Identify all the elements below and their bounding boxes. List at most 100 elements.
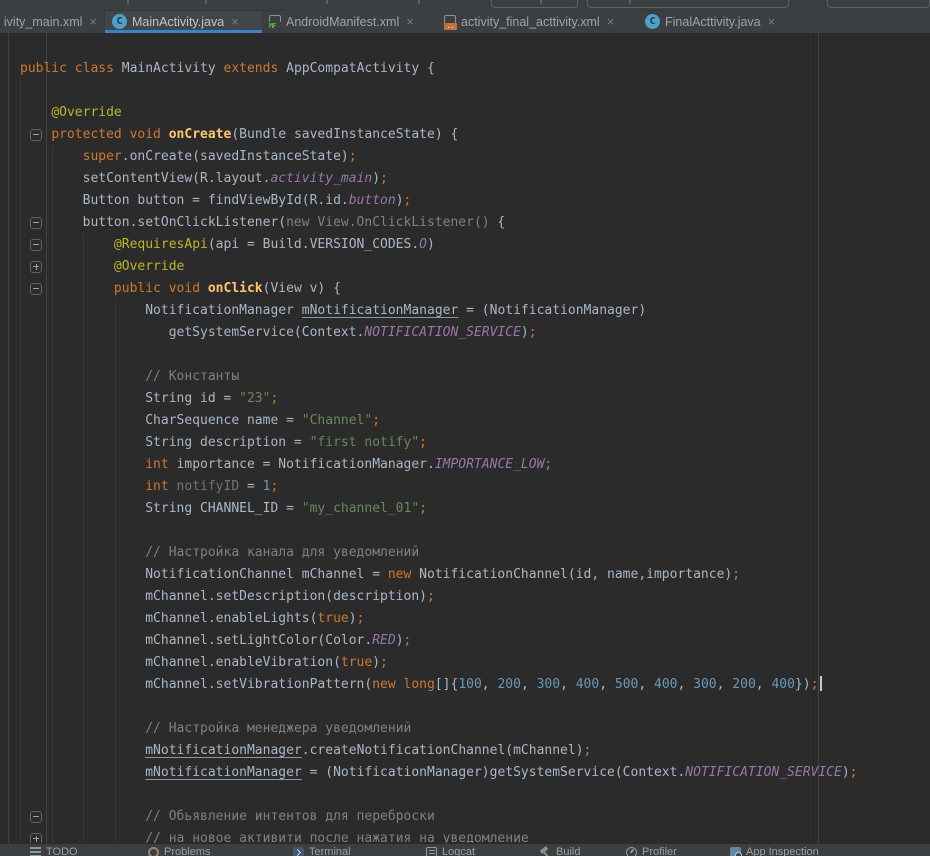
gutter-separator	[8, 33, 9, 843]
code-token: public class	[20, 61, 122, 76]
fold-marker-icon[interactable]	[30, 283, 42, 295]
code-token: // Настройка менеджера уведомлений	[145, 721, 411, 736]
code-token: // Настройка канала для уведомлений	[145, 545, 419, 560]
code-token: ;	[419, 435, 427, 450]
code-token: RED	[372, 633, 395, 648]
code-token: getSystemService(Context.	[20, 325, 364, 340]
code-token: protected void	[51, 127, 168, 142]
code-token: int	[145, 457, 168, 472]
code-line: mNotificationManager = (NotificationMana…	[20, 762, 858, 784]
close-icon[interactable]: ×	[231, 15, 239, 28]
fold-marker-icon[interactable]	[30, 811, 42, 823]
tab-finalacttivity-java[interactable]: CFinalActtivity.java×	[638, 10, 795, 33]
code-token: // Обьявление интентов для переброски	[145, 809, 435, 824]
code-token: ;	[404, 193, 412, 208]
code-token: ;	[419, 501, 427, 516]
code-line: super.onCreate(savedInstanceState);	[20, 146, 357, 168]
run-widget-segment[interactable]	[491, 0, 578, 8]
code-token: setContentView(R.layout.	[20, 171, 270, 186]
fold-marker-icon[interactable]	[30, 261, 42, 273]
run-widget-segment[interactable]	[827, 0, 930, 8]
code-token	[20, 545, 145, 560]
code-token: String description =	[20, 435, 310, 450]
code-editor[interactable]: public class MainActivity extends AppCom…	[0, 33, 930, 843]
code-token: extends	[224, 61, 287, 76]
close-icon[interactable]: ×	[89, 15, 97, 28]
code-token: NotificationManager	[20, 303, 302, 318]
code-token: = (NotificationManager)getSystemService(…	[302, 765, 686, 780]
right-margin-guide	[813, 33, 814, 843]
code-token: ;	[811, 677, 819, 692]
code-token: new	[388, 567, 411, 582]
code-line: mChannel.setVibrationPattern(new long[]{…	[20, 674, 822, 696]
right-margin-guide	[818, 33, 819, 843]
code-token: NOTIFICATION_SERVICE	[685, 765, 842, 780]
xml-file-icon: ..	[444, 15, 456, 29]
code-token: @Override	[114, 259, 184, 274]
fold-marker-icon[interactable]	[30, 217, 42, 229]
code-token: "Channel"	[302, 413, 372, 428]
code-token	[20, 149, 83, 164]
tab-activity-final-acttivity-xml[interactable]: .. activity_final_acttivity.xml ×	[437, 10, 638, 33]
code-token: 400	[771, 677, 794, 692]
code-token: @Override	[51, 105, 121, 120]
code-token: IMPORTANCE_LOW	[435, 457, 545, 472]
code-token: })	[795, 677, 811, 692]
code-token: String CHANNEL_ID =	[20, 501, 302, 516]
toolbar-tick	[205, 0, 207, 4]
code-line: public void onClick(View v) {	[20, 278, 341, 300]
tab-ivity-main-xml[interactable]: ivity_main.xml×	[0, 10, 105, 33]
code-token: 300	[693, 677, 716, 692]
fold-marker-icon[interactable]	[30, 239, 42, 251]
code-token	[20, 479, 145, 494]
code-token: ,	[638, 677, 654, 692]
code-token: .createNotificationChannel(mChannel)	[302, 743, 584, 758]
close-icon[interactable]: ×	[607, 15, 615, 28]
tab-androidmanifest-xml[interactable]: MFAndroidManifest.xml×	[262, 10, 437, 33]
code-line: // Константы	[20, 366, 239, 388]
code-token: ;	[270, 479, 278, 494]
code-token: ;	[404, 633, 412, 648]
close-icon[interactable]: ×	[406, 15, 414, 28]
code-token: 200	[497, 677, 520, 692]
code-line: int notifyID = 1;	[20, 476, 278, 498]
code-token: mChannel.setDescription(description)	[20, 589, 427, 604]
code-token: ;	[270, 391, 278, 406]
code-line: NotificationChannel mChannel = new Notif…	[20, 564, 740, 586]
code-line: // Обьявление интентов для переброски	[20, 806, 435, 828]
code-token: O	[419, 237, 427, 252]
code-token: {	[490, 215, 506, 230]
tab-label: activity_final_acttivity.xml	[461, 15, 600, 29]
code-token: public void	[114, 281, 208, 296]
code-token: ,	[599, 677, 615, 692]
code-token: 300	[537, 677, 560, 692]
code-token: // на новое активити после нажатия на ув…	[145, 831, 529, 843]
tab-bar[interactable]: ivity_main.xml×CMainActivity.java×MFAndr…	[0, 10, 930, 33]
close-icon[interactable]: ×	[768, 15, 776, 28]
main-toolbar-strip	[0, 0, 930, 11]
code-token: 500	[615, 677, 638, 692]
code-line: // на новое активити после нажатия на ув…	[20, 828, 529, 843]
tool-window-bar[interactable]: TODOProblemsTerminalLogcatBuildProfilerA…	[0, 843, 930, 856]
code-token: CharSequence name =	[20, 413, 302, 428]
code-token	[20, 765, 145, 780]
code-line: String description = "first notify";	[20, 432, 427, 454]
code-line: public class MainActivity extends AppCom…	[20, 58, 435, 80]
code-token: ;	[380, 655, 388, 670]
run-widget-segment[interactable]	[587, 0, 789, 8]
code-line: NotificationManager mNotificationManager…	[20, 300, 646, 322]
tab-mainactivity-java[interactable]: CMainActivity.java×	[105, 10, 262, 33]
code-line: mNotificationManager.createNotificationC…	[20, 740, 591, 762]
fold-marker-icon[interactable]	[30, 833, 42, 843]
code-line: getSystemService(Context.NOTIFICATION_SE…	[20, 322, 537, 344]
code-line: String id = "23";	[20, 388, 278, 410]
code-token: "23"	[239, 391, 270, 406]
code-token: NotificationChannel(id, name,importance)	[411, 567, 732, 582]
code-token: @RequiresApi	[114, 237, 208, 252]
code-line: mChannel.enableVibration(true);	[20, 652, 388, 674]
code-token: ;	[544, 457, 552, 472]
class-file-icon: C	[645, 14, 660, 29]
code-line: mChannel.setDescription(description);	[20, 586, 435, 608]
code-token: int	[145, 479, 168, 494]
fold-marker-icon[interactable]	[30, 129, 42, 141]
